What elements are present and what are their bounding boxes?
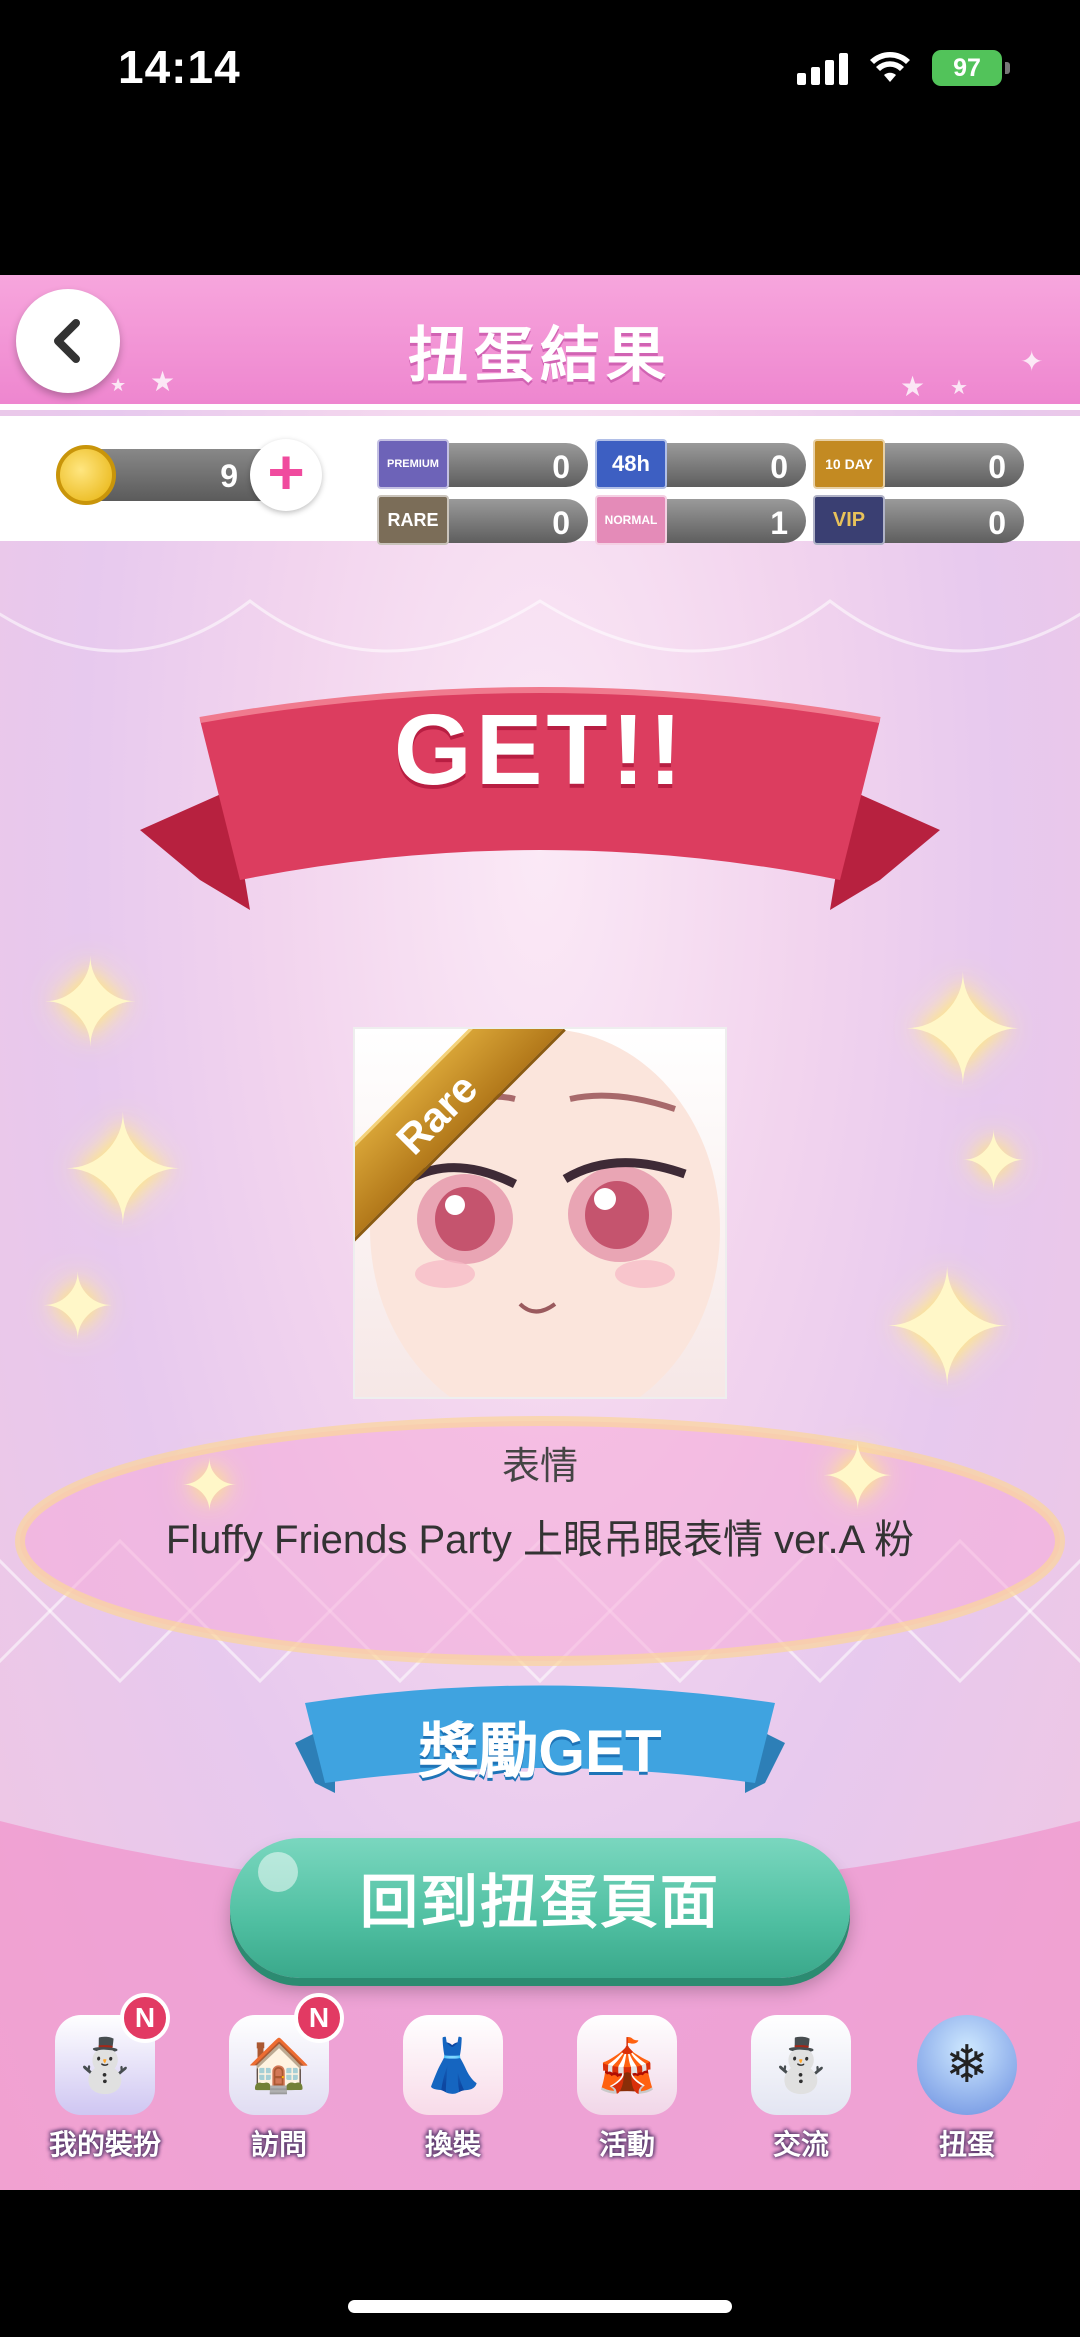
wifi-icon: [870, 52, 910, 82]
return-to-gacha-button[interactable]: 回到扭蛋頁面: [230, 1838, 850, 1978]
gacha-result-screen: ★ ★ ★ ★ ✦ 扭蛋結果 9 + PREMIUM 0 48h 0 10 DA…: [0, 275, 1080, 2190]
item-thumbnail: Rare: [353, 1027, 727, 1399]
ticket-rare: RARE 0: [377, 495, 588, 545]
sparkle-icon: ✦: [40, 937, 141, 1071]
coin-icon: [56, 445, 116, 505]
ticket-value: 0: [552, 449, 570, 485]
nav-label: 換裝: [424, 2129, 481, 2160]
home-indicator[interactable]: [348, 2300, 732, 2313]
ticket-value: 0: [988, 505, 1006, 541]
status-icons: 97: [797, 50, 1010, 86]
nav-label: 扭蛋: [938, 2129, 995, 2160]
ticket-value: 0: [770, 449, 788, 485]
48h-ticket-icon: 48h: [595, 439, 667, 489]
gacha-machine-icon: ❄: [917, 2015, 1017, 2115]
ticket-value: 1: [770, 505, 788, 541]
coin-value: 9: [220, 458, 238, 494]
sparkle-icon: ✦: [900, 947, 1026, 1115]
nav-events[interactable]: 🎪 活動: [552, 1995, 702, 2185]
ticket-value: 0: [988, 449, 1006, 485]
status-bar: 14:14 97: [0, 0, 1080, 275]
status-time: 14:14: [118, 41, 241, 93]
ticket-value: 0: [552, 505, 570, 541]
sparkle-icon: ✦: [960, 1117, 1028, 1206]
new-badge: N: [294, 1993, 344, 2043]
tent-icon: 🎪: [577, 2015, 677, 2115]
item-name: Fluffy Friends Party 上眼吊眼表情 ver.A 粉: [165, 1518, 915, 1562]
nav-label: 活動: [598, 2129, 655, 2160]
nav-my-outfit[interactable]: ⛄ N 我的裝扮: [30, 1993, 180, 2185]
face-expression-image: [370, 1029, 720, 1397]
battery-icon: 97: [932, 50, 1010, 86]
sparkle-icon: ✦: [880, 1239, 1015, 1418]
friends-icon: ⛄: [751, 2015, 851, 2115]
nav-label: 訪問: [250, 2129, 307, 2160]
rare-ticket-icon: RARE: [377, 495, 449, 545]
ticket-vip: VIP 0: [813, 495, 1024, 545]
add-coins-button[interactable]: +: [250, 439, 322, 511]
nav-social[interactable]: ⛄ 交流: [726, 1995, 876, 2185]
ticket-premium: PREMIUM 0: [377, 439, 588, 489]
page-title: 扭蛋結果: [408, 322, 672, 389]
bottom-nav: ⛄ N 我的裝扮 🏠 N 訪問 👗 換裝 🎪 活動 ⛄ 交流 ❄ 扭蛋: [0, 1993, 1080, 2190]
nav-label: 交流: [772, 2129, 829, 2160]
normal-ticket-icon: NORMAL: [595, 495, 667, 545]
ticket-10day: 10 DAY 0: [813, 439, 1024, 489]
nav-gacha[interactable]: ❄ 扭蛋: [892, 1995, 1042, 2185]
dress-icon: 👗: [403, 2015, 503, 2115]
battery-level: 97: [953, 53, 981, 82]
title-bar: ★ ★ ★ ★ ✦ 扭蛋結果: [0, 275, 1080, 410]
sparkle-icon: ✦: [60, 1087, 186, 1255]
ticket-normal: NORMAL 1: [595, 495, 806, 545]
reward-get-text: 獎勵GET: [418, 1718, 662, 1785]
sparkle-icon: ✦: [40, 1258, 116, 1358]
item-category: 表情: [501, 1446, 578, 1488]
premium-ticket-icon: PREMIUM: [377, 439, 449, 489]
get-banner-text: GET!!: [393, 694, 687, 806]
nav-visit[interactable]: 🏠 N 訪問: [204, 1993, 354, 2185]
nav-label: 我的裝扮: [48, 2129, 161, 2160]
10day-ticket-icon: 10 DAY: [813, 439, 885, 489]
nav-dress-up[interactable]: 👗 換裝: [378, 1995, 528, 2185]
cellular-signal-icon: [797, 51, 848, 85]
new-badge: N: [120, 1993, 170, 2043]
vip-ticket-icon: VIP: [813, 495, 885, 545]
ticket-48h: 48h 0: [595, 439, 806, 489]
currency-bar: 9 + PREMIUM 0 48h 0 10 DAY 0 RARE 0 NORM…: [0, 416, 1080, 545]
